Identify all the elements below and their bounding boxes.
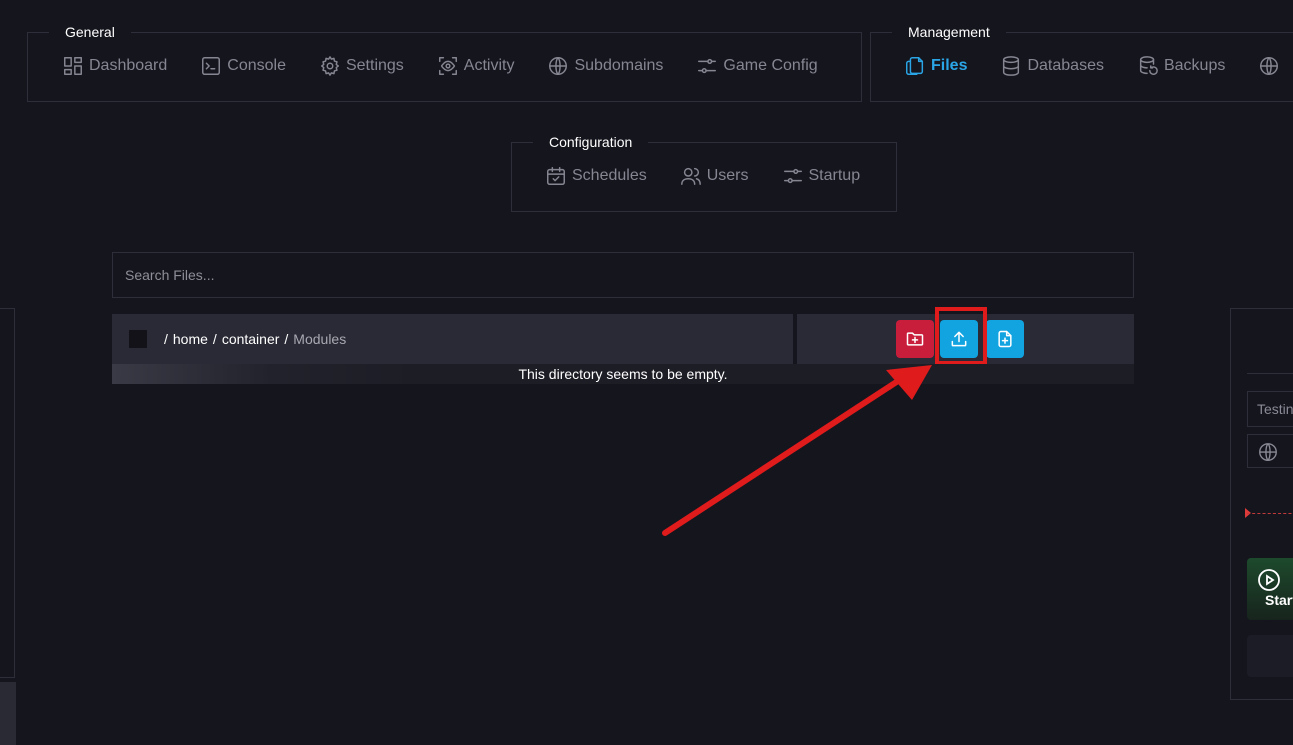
annotation-arrow [662, 365, 932, 536]
divider [1247, 373, 1293, 374]
start-button[interactable]: Start [1247, 558, 1293, 620]
globe-icon [1259, 443, 1277, 461]
panel-button[interactable] [1247, 635, 1293, 677]
address-field[interactable] [1247, 434, 1293, 468]
left-panel-tab [0, 682, 16, 745]
server-info-panel: Testing Start [1230, 308, 1293, 700]
status-line [1247, 513, 1293, 514]
left-panel-edge [0, 308, 15, 678]
server-name-field[interactable]: Testing [1247, 391, 1293, 427]
play-icon [1258, 569, 1280, 591]
start-label: Start [1265, 592, 1293, 608]
